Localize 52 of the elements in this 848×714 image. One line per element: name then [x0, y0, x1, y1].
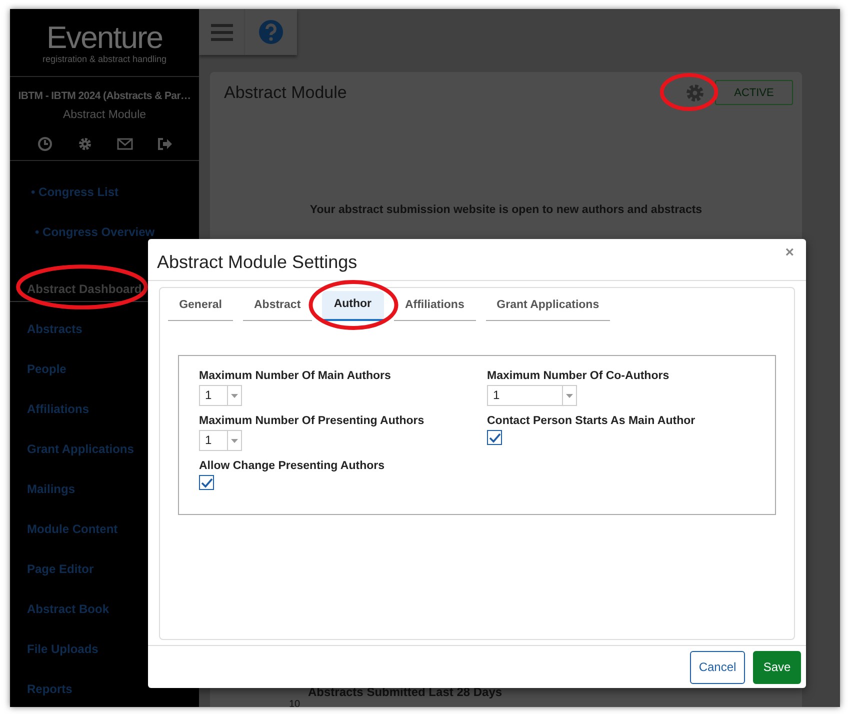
dropdown-value: 1 — [204, 432, 213, 449]
checkbox[interactable] — [487, 430, 502, 445]
close-button[interactable]: × — [785, 245, 794, 260]
logout-icon[interactable] — [156, 136, 172, 152]
status-badge: ACTIVE — [715, 80, 793, 106]
sidebar-item[interactable]: Affiliations — [10, 396, 95, 422]
dropdown-value: 1 — [204, 387, 213, 404]
sidebar-item[interactable]: Abstracts — [10, 316, 88, 342]
dropdown[interactable]: 1 — [199, 385, 242, 406]
dialog-title: Abstract Module Settings — [157, 251, 358, 274]
chart-title: Abstracts Submitted Last 28 Days — [308, 684, 502, 701]
settings-tab[interactable]: Grant Applications — [486, 291, 610, 321]
caret-icon — [562, 386, 576, 405]
settings-icon[interactable] — [685, 82, 705, 103]
field-label: Allow Change Presenting Authors — [199, 459, 386, 474]
status-message: Your abstract submission website is open to new authors and abstracts — [310, 202, 702, 218]
caret-icon — [227, 431, 241, 450]
sidebar-item[interactable]: File Uploads — [10, 636, 104, 662]
event-name: IBTM - IBTM 2024 (Abstracts & Par… — [18, 89, 191, 104]
field-label: Maximum Number Of Co-Authors — [487, 369, 670, 384]
sidebar-item[interactable]: Abstract Book — [10, 596, 116, 622]
settings-tab[interactable]: Affiliations — [394, 291, 476, 321]
save-button[interactable]: Save — [753, 650, 801, 684]
history-icon[interactable] — [36, 136, 52, 152]
help-icon[interactable] — [258, 19, 284, 45]
field-label: Contact Person Starts As Main Author — [487, 414, 696, 429]
field-label: Maximum Number Of Presenting Authors — [199, 414, 426, 429]
sidebar-item[interactable]: People — [10, 356, 72, 382]
checkbox[interactable] — [199, 475, 214, 490]
sidebar-item[interactable]: Page Editor — [10, 556, 100, 582]
module-name: Abstract Module — [62, 108, 146, 123]
cancel-button[interactable]: Cancel — [690, 650, 745, 684]
logo-tagline: registration & abstract handling — [42, 54, 167, 64]
settings-tab[interactable]: General — [168, 291, 233, 321]
field-label: Maximum Number Of Main Authors — [199, 369, 392, 384]
logo-text: Eventure — [46, 22, 163, 54]
dropdown-value: 1 — [492, 387, 501, 404]
sidebar-link[interactable]: • Congress List — [10, 183, 199, 223]
card-title: Abstract Module — [224, 82, 347, 104]
sidebar-item[interactable]: Grant Applications — [10, 436, 140, 462]
axis-tick: 10 — [289, 698, 300, 707]
caret-icon — [227, 386, 241, 405]
mail-icon[interactable] — [116, 136, 132, 152]
dropdown[interactable]: 1 — [199, 430, 242, 451]
sidebar-item[interactable]: Module Content — [10, 516, 124, 542]
dropdown[interactable]: 1 — [487, 385, 577, 406]
sidebar-item[interactable]: Mailings — [10, 476, 82, 502]
settings-tab[interactable]: Author — [322, 291, 384, 321]
sidebar-item[interactable]: Reports — [10, 676, 78, 702]
menu-icon[interactable] — [210, 23, 232, 41]
settings-tab[interactable]: Abstract — [243, 291, 312, 321]
settings-icon[interactable] — [76, 136, 92, 152]
